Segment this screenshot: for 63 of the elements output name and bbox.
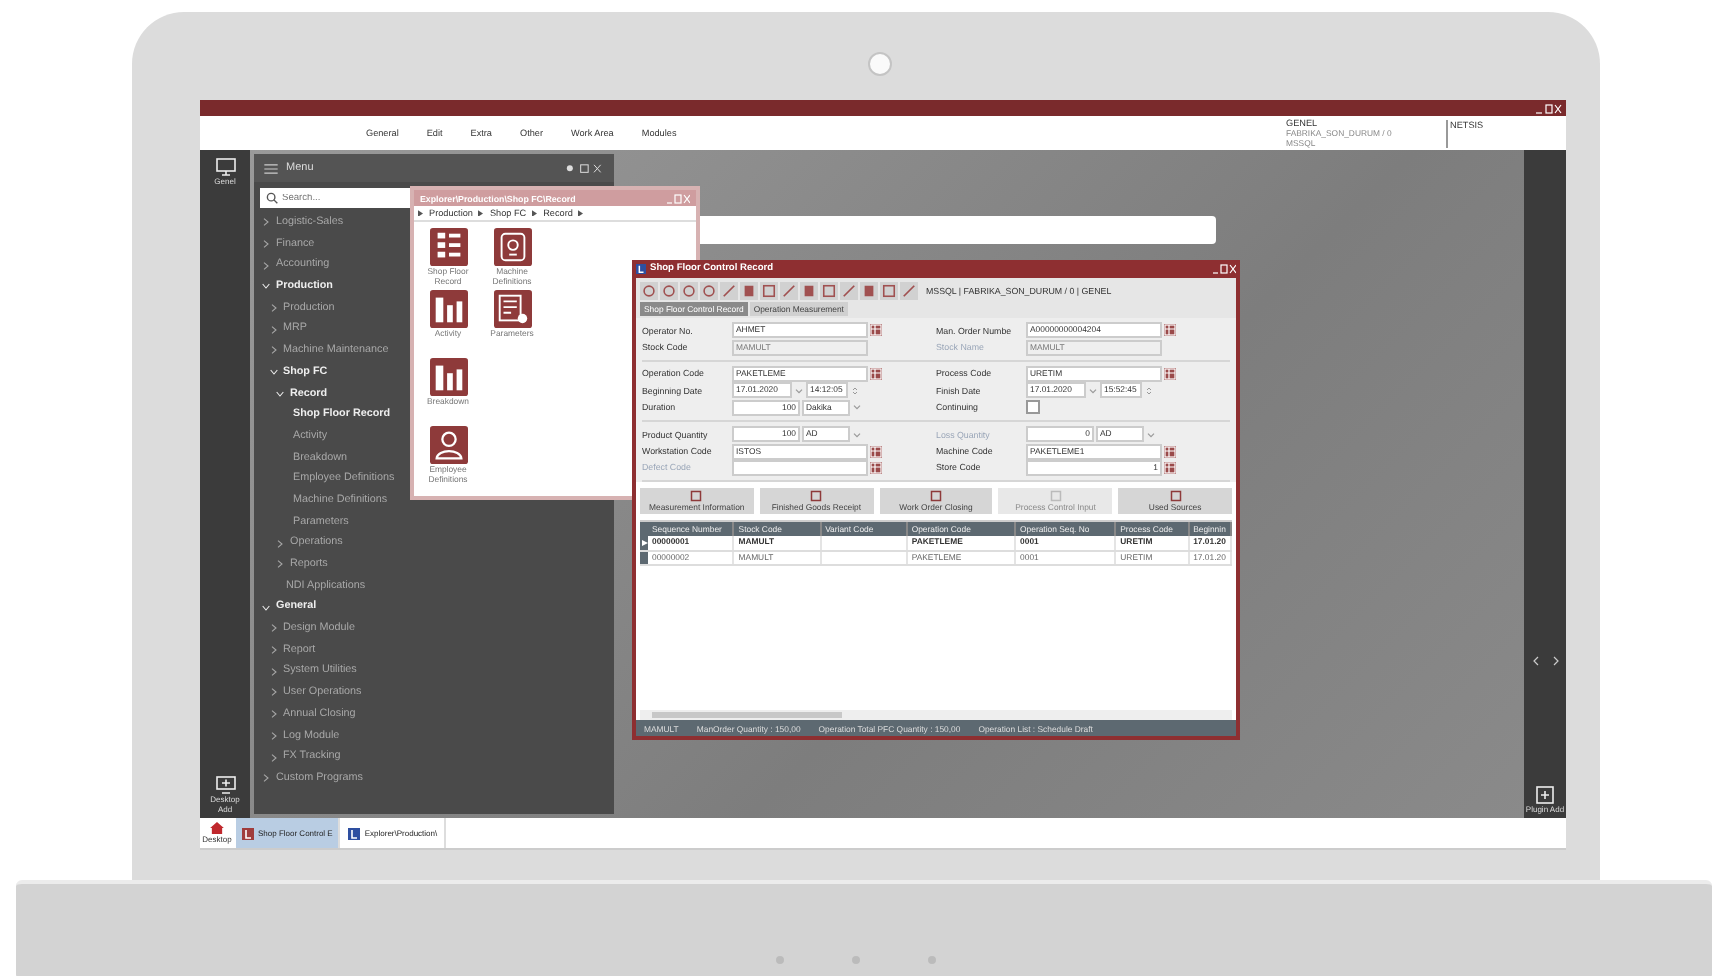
chevron-icon: [262, 282, 270, 291]
toolbar-button[interactable]: [700, 281, 718, 299]
chevron-icon: [269, 710, 277, 719]
chevron-icon: [262, 240, 270, 249]
chevron-icon: [276, 389, 284, 398]
action-icon: [1169, 490, 1182, 503]
action-icon: [1049, 490, 1062, 503]
chevron-icon: [269, 624, 277, 633]
monitor-icon: [215, 158, 235, 176]
app-logo-icon: [348, 827, 361, 839]
chevron-icon: [276, 539, 284, 548]
lookup-button[interactable]: [1164, 445, 1176, 458]
chevron-icon: [269, 304, 277, 313]
home-icon: [210, 822, 224, 834]
chevron-icon: [262, 218, 270, 227]
triangle-icon: [418, 209, 423, 217]
chevron-icon: [269, 646, 277, 655]
lookup-button[interactable]: [1164, 324, 1176, 337]
spinner-icon[interactable]: [850, 385, 860, 396]
action-icon: [929, 490, 942, 503]
toolbar-button[interactable]: [840, 281, 858, 299]
lookup-button[interactable]: [870, 445, 882, 458]
menu-icon[interactable]: [264, 163, 278, 173]
scroll-arrows-icon[interactable]: [1531, 655, 1559, 665]
lookup-button[interactable]: [1164, 461, 1176, 474]
chevron-icon: [269, 731, 277, 740]
toolbar-button[interactable]: [660, 281, 678, 299]
toolbar-button[interactable]: [640, 281, 658, 299]
panel-controls-icon[interactable]: [564, 163, 604, 173]
triangle-icon: [578, 209, 584, 217]
app-logo-icon: [636, 264, 646, 274]
plus-icon: [1536, 785, 1554, 803]
window-controls-icon[interactable]: [1212, 264, 1236, 274]
lookup-button[interactable]: [870, 461, 882, 474]
chevron-icon: [269, 368, 277, 377]
toolbar-button[interactable]: [680, 281, 698, 299]
action-icon: [690, 490, 703, 503]
chevron-icon: [269, 325, 277, 334]
toolbar-button[interactable]: [780, 281, 798, 299]
scrollbar[interactable]: [640, 710, 1232, 720]
lookup-button[interactable]: [1164, 367, 1176, 380]
lookup-button[interactable]: [870, 324, 882, 337]
triangle-icon: [478, 209, 484, 217]
search-icon: [266, 192, 278, 204]
action-icon: [810, 490, 823, 503]
chevron-icon: [269, 753, 277, 762]
monitor-plus-icon: [215, 776, 235, 794]
app-logo-icon: [242, 827, 254, 839]
chevron-icon: [269, 688, 277, 697]
chevron-icon: [276, 560, 284, 569]
chevron-icon: [269, 346, 277, 355]
chevron-icon: [262, 603, 270, 612]
camera-icon: [868, 52, 892, 76]
spinner-icon[interactable]: [1144, 385, 1154, 396]
chevron-icon: [269, 667, 277, 676]
toolbar-button[interactable]: [900, 281, 918, 299]
checkbox[interactable]: [1026, 400, 1040, 415]
lookup-button[interactable]: [870, 367, 882, 380]
chevron-icon: [262, 261, 270, 270]
triangle-icon: [532, 209, 538, 217]
toolbar-button[interactable]: [720, 281, 738, 299]
chevron-icon: [262, 774, 270, 783]
row-pointer-icon: [641, 539, 647, 546]
